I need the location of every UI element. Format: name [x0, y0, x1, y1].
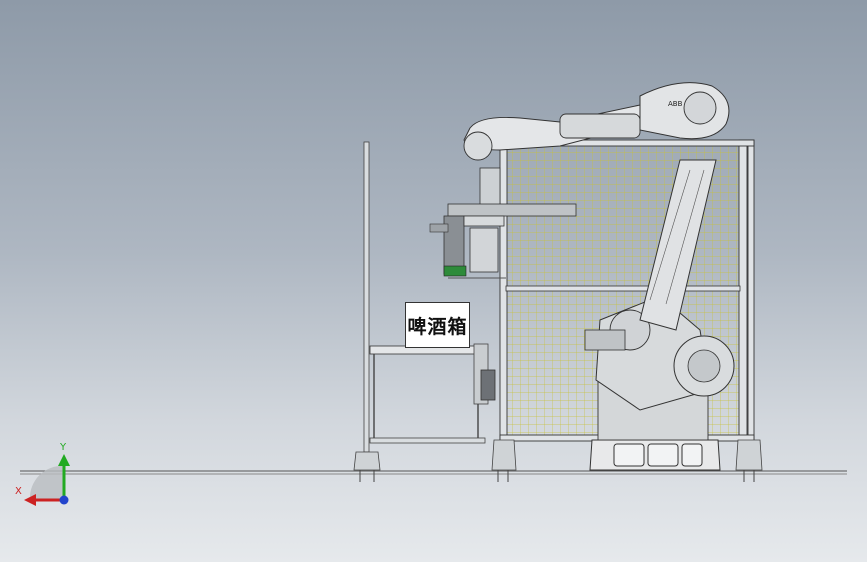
robot-brand-logo: ABB — [668, 100, 683, 108]
floor-line — [20, 470, 847, 475]
y-axis-label: Y — [60, 442, 67, 453]
coordinate-triad — [24, 454, 70, 506]
z-axis-dot — [59, 495, 69, 505]
cad-scene: ABB — [20, 82, 847, 506]
x-axis-label: X — [15, 486, 22, 497]
cad-viewport[interactable]: ABB 啤酒箱 Y X — [0, 0, 867, 562]
left-frame-post — [353, 141, 381, 482]
carton-conveyor-table — [369, 343, 496, 444]
part-label-beer-crate: 啤酒箱 — [405, 302, 470, 348]
